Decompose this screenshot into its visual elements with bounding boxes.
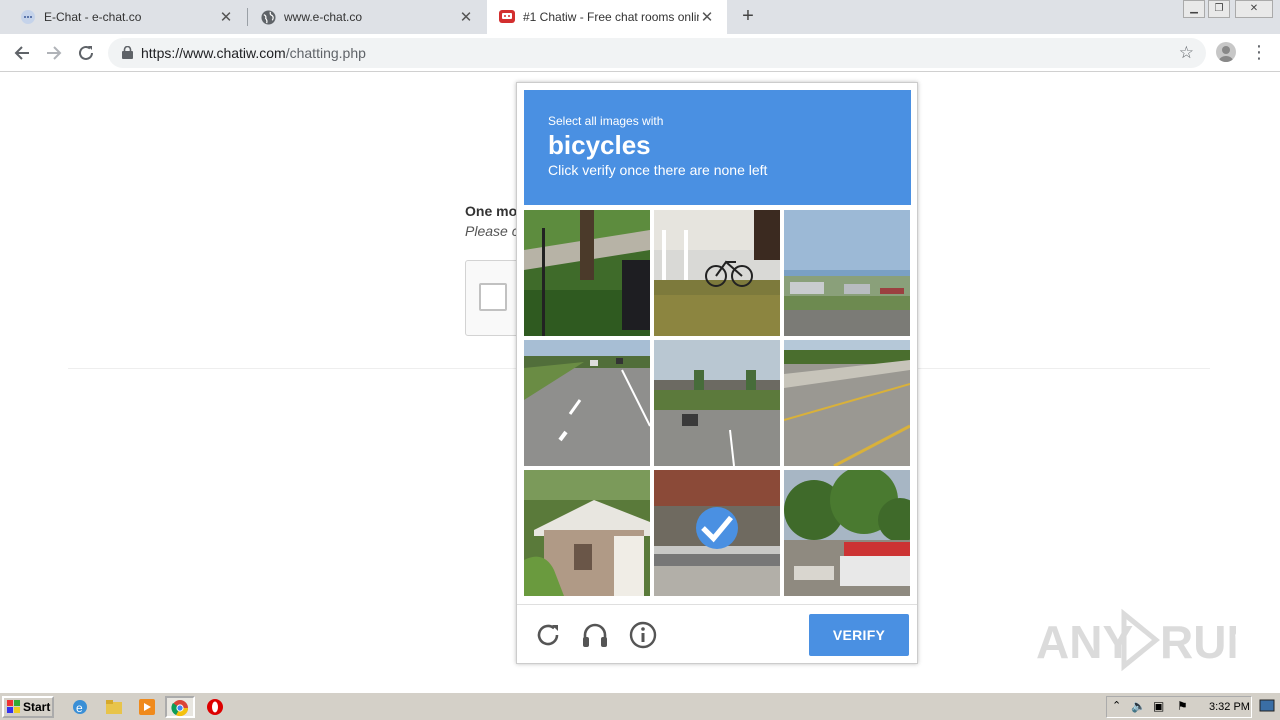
captcha-tile[interactable] (524, 470, 650, 596)
captcha-tile[interactable] (524, 210, 650, 336)
close-tab-icon[interactable]: ✕ (699, 8, 715, 26)
windows-taskbar: Start e ⌃ 🔈 ▣ ⚑ 3:32 PM (0, 692, 1280, 720)
page-heading: One mo (465, 203, 518, 219)
clock[interactable]: 3:32 PM (1209, 701, 1250, 713)
reload-button[interactable] (74, 41, 98, 65)
address-bar[interactable]: https://www.chatiw.com/chatting.php ☆ (108, 38, 1206, 68)
tab-echat-www[interactable]: www.e-chat.co ✕ (248, 0, 486, 34)
arrow-right-icon (47, 46, 62, 60)
new-tab-button[interactable]: + (738, 6, 758, 28)
close-tab-icon[interactable]: ✕ (218, 8, 234, 26)
chatiw-logo-icon (499, 9, 515, 25)
tab-chatiw[interactable]: #1 Chatiw - Free chat rooms online ✕ (487, 0, 727, 34)
tab-echat[interactable]: E-Chat - e-chat.co ✕ (0, 0, 246, 34)
volume-icon[interactable]: 🔈 (1131, 699, 1146, 713)
minimize-button[interactable]: ▁ (1183, 0, 1205, 18)
tab-title: E-Chat - e-chat.co (44, 10, 142, 24)
captcha-header: Select all images with bicycles Click ve… (524, 90, 911, 205)
windows-logo-icon (7, 700, 20, 713)
back-button[interactable] (10, 41, 34, 65)
captcha-instruction: Select all images with (548, 114, 664, 128)
chrome-icon (171, 700, 189, 717)
recaptcha-checkbox[interactable] (479, 283, 507, 311)
bookmark-star-icon[interactable]: ☆ (1179, 43, 1194, 63)
selected-checkmark-icon (696, 507, 738, 549)
tray-expand-icon[interactable]: ⌃ (1112, 699, 1121, 712)
reload-icon (79, 45, 93, 60)
show-desktop-icon[interactable] (1259, 698, 1275, 714)
tab-title: www.e-chat.co (284, 10, 363, 24)
arrow-left-icon (14, 46, 29, 60)
verify-button[interactable]: VERIFY (809, 614, 909, 656)
captcha-image-grid (524, 210, 911, 597)
captcha-tile[interactable] (654, 340, 780, 466)
profile-avatar-icon[interactable] (1216, 42, 1236, 62)
url-path: /chatting.php (285, 45, 366, 61)
captcha-tile-selected[interactable] (654, 470, 780, 596)
captcha-tile[interactable] (784, 470, 910, 596)
media-player-icon[interactable] (138, 698, 156, 716)
forward-button[interactable] (42, 41, 66, 65)
maximize-button[interactable]: ❐ (1208, 0, 1230, 18)
browser-toolbar: https://www.chatiw.com/chatting.php ☆ ⋮ (0, 34, 1280, 72)
headphones-icon[interactable] (580, 620, 610, 650)
captcha-hint: Click verify once there are none left (548, 162, 768, 178)
opera-icon[interactable] (206, 698, 224, 716)
kebab-menu-icon[interactable]: ⋮ (1250, 41, 1268, 63)
network-icon[interactable]: ▣ (1153, 699, 1164, 713)
tab-title: #1 Chatiw - Free chat rooms online (523, 10, 699, 24)
svg-text:ANY: ANY (1036, 616, 1133, 668)
url-host: https://www.chatiw.com (141, 45, 286, 61)
info-icon[interactable] (628, 620, 658, 650)
chat-bubble-icon (20, 9, 36, 25)
reload-challenge-icon[interactable] (533, 620, 563, 650)
action-center-flag-icon[interactable]: ⚑ (1177, 699, 1188, 713)
captcha-tile[interactable] (654, 210, 780, 336)
svg-text:e: e (76, 701, 83, 715)
captcha-target: bicycles (548, 130, 651, 160)
svg-text:RUN: RUN (1160, 616, 1236, 668)
tab-strip: E-Chat - e-chat.co ✕ www.e-chat.co ✕ #1 … (0, 0, 1280, 34)
captcha-challenge-dialog: Select all images with bicycles Click ve… (516, 82, 918, 664)
internet-explorer-icon[interactable]: e (71, 698, 89, 716)
start-label: Start (23, 700, 51, 714)
captcha-tile[interactable] (784, 210, 910, 336)
captcha-footer: VERIFY (517, 604, 917, 663)
close-tab-icon[interactable]: ✕ (458, 8, 474, 26)
captcha-tile[interactable] (784, 340, 910, 466)
folder-icon[interactable] (105, 698, 123, 716)
url-text: https://www.chatiw.com/chatting.php (141, 45, 366, 61)
close-window-button[interactable]: ✕ (1235, 0, 1273, 18)
page-subtext: Please c (465, 223, 519, 239)
lock-icon (122, 46, 133, 59)
captcha-tile[interactable] (524, 340, 650, 466)
start-button[interactable]: Start (2, 696, 54, 718)
globe-icon (260, 9, 276, 25)
anyrun-watermark-logo: ANY RUN (1036, 606, 1260, 674)
chrome-taskbar-button[interactable] (165, 696, 195, 718)
